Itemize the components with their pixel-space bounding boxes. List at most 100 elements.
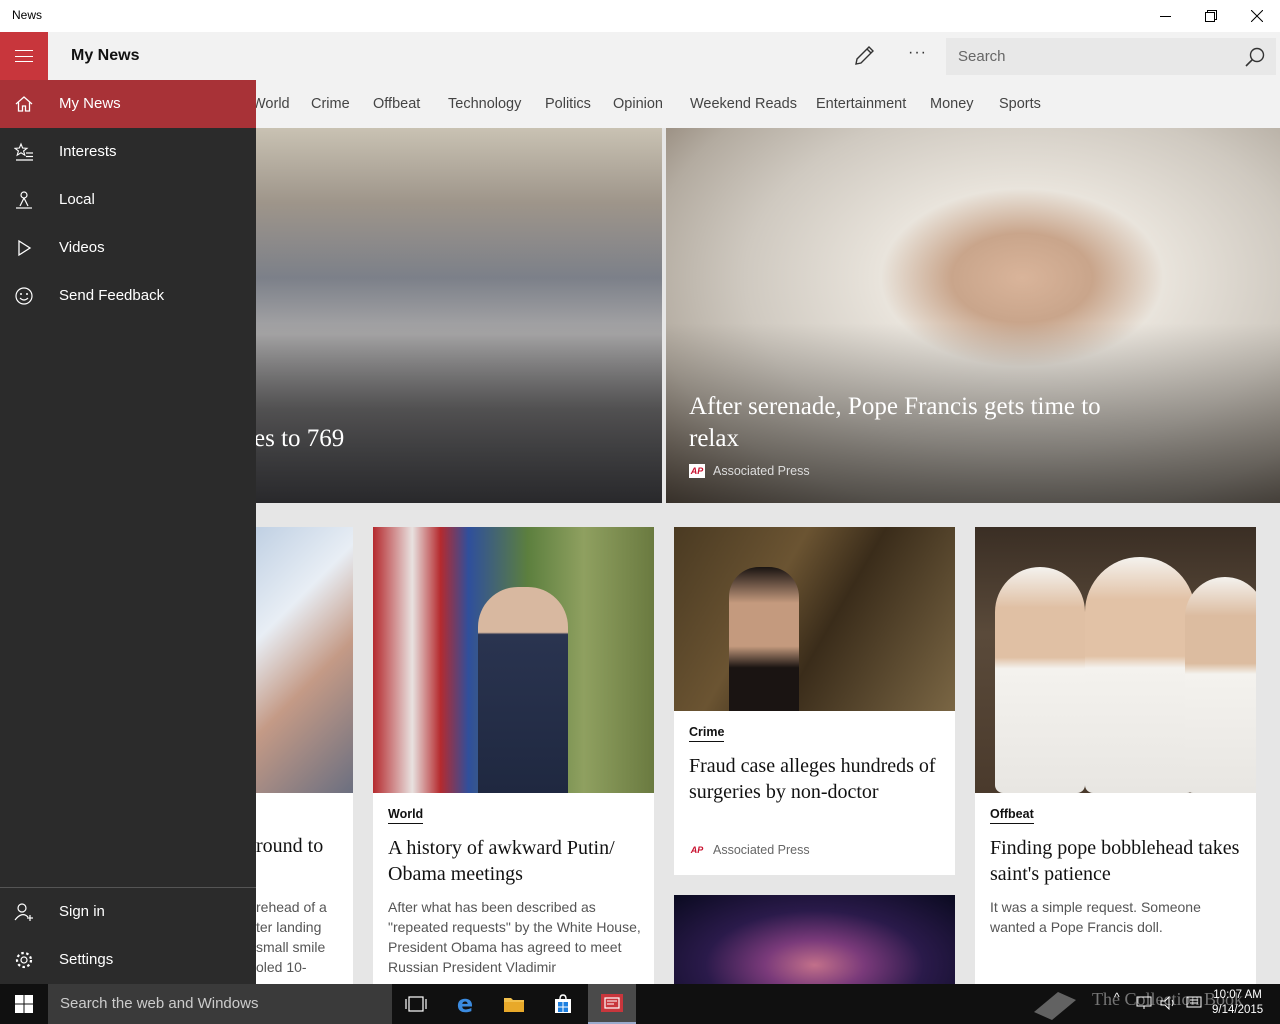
smiley-icon bbox=[15, 287, 33, 305]
window-titlebar: News bbox=[0, 0, 1280, 32]
card-body: rehead of a ter landing small smile oled… bbox=[256, 899, 327, 975]
category-tabs: World Crime Offbeat Technology Politics … bbox=[256, 80, 1280, 128]
nav-label: Local bbox=[59, 191, 95, 208]
system-clock[interactable]: 10:07 AM 9/14/2015 bbox=[1212, 988, 1263, 1018]
news-feed: es to 769 After serenade, Pope Francis g… bbox=[256, 128, 1280, 984]
hero-story-left[interactable]: es to 769 bbox=[256, 128, 662, 503]
hero-left-title: es to 769 bbox=[256, 425, 345, 452]
search-box[interactable] bbox=[946, 38, 1276, 75]
nav-item-local[interactable]: Local bbox=[0, 176, 256, 224]
more-options-button[interactable]: ··· bbox=[908, 44, 927, 62]
file-explorer-button[interactable] bbox=[490, 984, 538, 1024]
tab-opinion[interactable]: Opinion bbox=[613, 96, 663, 112]
card-body: After what has been described as "repeat… bbox=[388, 899, 641, 975]
story-card-putin[interactable]: World A history of awkward Putin/ Obama … bbox=[373, 527, 654, 984]
hero-right-title: After serenade, Pope Francis gets time t… bbox=[689, 393, 1101, 452]
tab-entertainment[interactable]: Entertainment bbox=[816, 96, 906, 112]
tab-technology[interactable]: Technology bbox=[448, 96, 521, 112]
hero-shade bbox=[256, 323, 662, 503]
window-title: News bbox=[12, 8, 43, 22]
clock-date: 9/14/2015 bbox=[1212, 1004, 1264, 1016]
nav-label: My News bbox=[59, 95, 121, 112]
store-button[interactable] bbox=[539, 984, 587, 1024]
task-view-button[interactable] bbox=[392, 984, 440, 1024]
store-icon bbox=[555, 994, 571, 1013]
card-title: Finding pope bobblehead takes saint's pa… bbox=[990, 837, 1240, 885]
chevron-up-icon[interactable]: ^ bbox=[1114, 990, 1120, 1004]
nav-item-videos[interactable]: Videos bbox=[0, 224, 256, 272]
network-icon[interactable] bbox=[1136, 996, 1152, 1010]
tab-offbeat[interactable]: Offbeat bbox=[373, 96, 420, 112]
play-icon bbox=[18, 239, 32, 257]
nav-label: Send Feedback bbox=[59, 287, 165, 304]
card-title: A history of awkward Putin/ Obama meetin… bbox=[388, 837, 615, 885]
taskbar: Search the web and Windows e The Collect… bbox=[0, 984, 1280, 1024]
story-card-fraud[interactable]: Crime Fraud case alleges hundreds of sur… bbox=[674, 527, 955, 875]
minimize-icon bbox=[1159, 15, 1171, 17]
card-image-figure bbox=[1085, 557, 1195, 793]
task-view-icon bbox=[405, 996, 427, 1012]
search-input[interactable] bbox=[946, 38, 1236, 75]
start-button[interactable] bbox=[0, 984, 48, 1024]
hamburger-icon bbox=[15, 50, 33, 62]
news-app-button[interactable] bbox=[588, 984, 636, 1024]
card-image-figure bbox=[729, 567, 799, 711]
restore-button[interactable] bbox=[1188, 0, 1234, 32]
hero-right-source: AP Associated Press bbox=[689, 464, 810, 478]
edit-button[interactable] bbox=[850, 42, 878, 70]
card-image-figure bbox=[995, 567, 1085, 793]
close-icon bbox=[1251, 10, 1263, 22]
tab-sports[interactable]: Sports bbox=[999, 96, 1041, 112]
nav-item-my-news[interactable]: My News bbox=[0, 80, 256, 128]
nav-label: Interests bbox=[59, 143, 117, 160]
gear-icon bbox=[15, 951, 33, 969]
category-label[interactable]: Crime bbox=[689, 725, 725, 742]
card-source: AP Associated Press bbox=[689, 843, 810, 857]
card-image-figure bbox=[478, 587, 568, 793]
restore-icon bbox=[1205, 10, 1217, 22]
source-name: Associated Press bbox=[713, 843, 810, 857]
tab-money[interactable]: Money bbox=[930, 96, 974, 112]
volume-icon[interactable] bbox=[1160, 996, 1178, 1010]
book-watermark-icon bbox=[1034, 992, 1076, 1020]
edge-browser-button[interactable]: e bbox=[441, 984, 489, 1024]
hamburger-button[interactable] bbox=[0, 32, 48, 80]
card-body: It was a simple request. Someone wanted … bbox=[990, 899, 1201, 935]
location-icon bbox=[16, 191, 32, 209]
page-title: My News bbox=[71, 47, 140, 64]
nav-item-send-feedback[interactable]: Send Feedback bbox=[0, 272, 256, 320]
ap-logo-icon: AP bbox=[690, 845, 704, 855]
card-title: round to bbox=[256, 835, 324, 857]
nav-label: Videos bbox=[59, 239, 105, 256]
nav-item-settings[interactable]: Settings bbox=[0, 936, 256, 984]
pencil-icon bbox=[855, 46, 874, 65]
category-label[interactable]: Offbeat bbox=[990, 807, 1034, 824]
card-image bbox=[975, 527, 1256, 793]
card-image bbox=[256, 527, 353, 793]
story-card-partial[interactable]: round to rehead of a ter landing small s… bbox=[256, 527, 353, 984]
ap-logo-icon: AP bbox=[689, 464, 705, 478]
home-icon bbox=[15, 96, 33, 112]
nav-label: Settings bbox=[59, 951, 114, 968]
action-center-icon[interactable] bbox=[1186, 996, 1202, 1010]
tab-world[interactable]: World bbox=[256, 96, 290, 112]
tab-crime[interactable]: Crime bbox=[311, 96, 350, 112]
card-image bbox=[373, 527, 654, 793]
story-card-space[interactable] bbox=[674, 895, 955, 984]
source-name: Associated Press bbox=[713, 464, 810, 478]
taskbar-search-box[interactable]: Search the web and Windows bbox=[48, 984, 392, 1024]
news-icon bbox=[601, 994, 623, 1012]
tab-politics[interactable]: Politics bbox=[545, 96, 591, 112]
close-button[interactable] bbox=[1234, 0, 1280, 32]
search-icon[interactable] bbox=[1244, 46, 1266, 68]
nav-item-sign-in[interactable]: Sign in bbox=[0, 888, 256, 936]
card-image-figure bbox=[1185, 577, 1256, 793]
category-label[interactable]: World bbox=[388, 807, 424, 824]
minimize-button[interactable] bbox=[1142, 0, 1188, 32]
folder-icon bbox=[504, 998, 524, 1012]
nav-item-interests[interactable]: Interests bbox=[0, 128, 256, 176]
story-card-pope-bobblehead[interactable]: Offbeat Finding pope bobblehead takes sa… bbox=[975, 527, 1256, 984]
tab-weekend-reads[interactable]: Weekend Reads bbox=[690, 96, 797, 112]
hero-story-right[interactable]: After serenade, Pope Francis gets time t… bbox=[666, 128, 1280, 503]
clock-time: 10:07 AM bbox=[1213, 989, 1262, 1001]
